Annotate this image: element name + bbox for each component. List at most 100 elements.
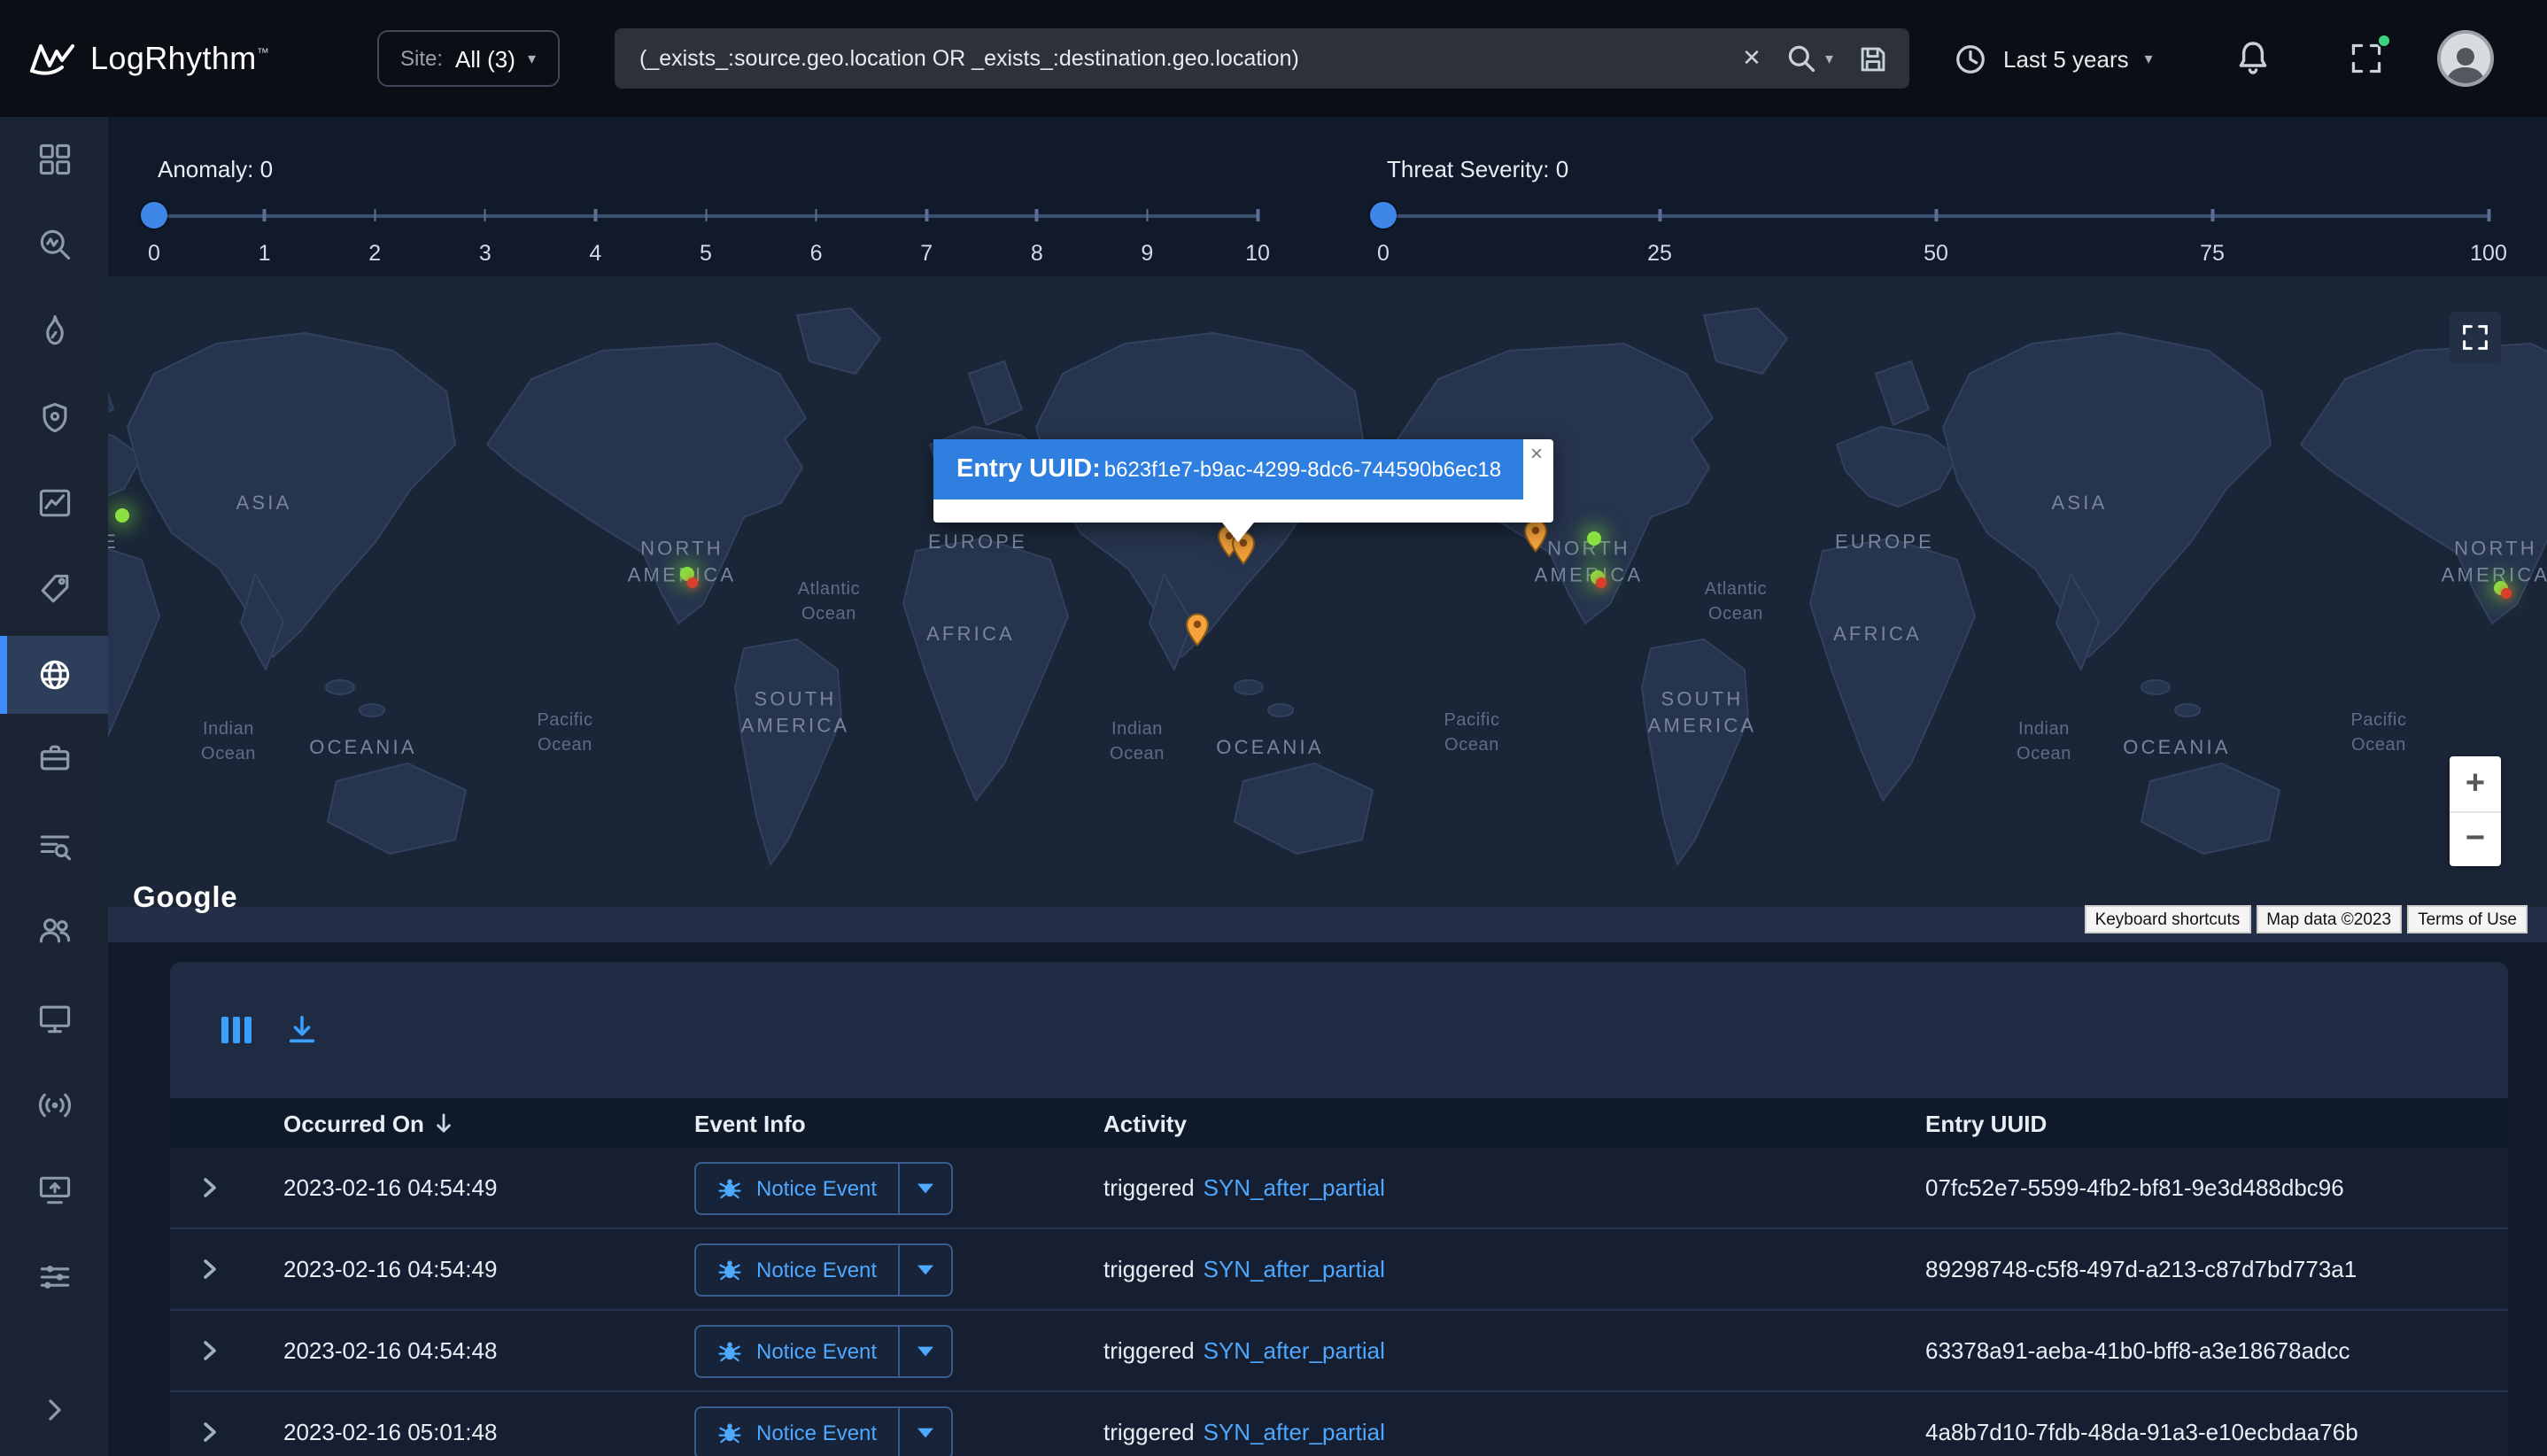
map-green-marker[interactable]: [1587, 531, 1601, 546]
row-expand-chevron[interactable]: [201, 1176, 217, 1199]
site-selector[interactable]: Site: All (3) ▾: [377, 30, 559, 87]
table-body: 2023-02-16 04:54:49 Notice Event: [170, 1148, 2508, 1456]
slider-tick: [1035, 209, 1038, 221]
occurred-on-cell: 2023-02-16 04:54:49: [248, 1256, 659, 1282]
slider-tick-label: 4: [589, 241, 601, 266]
bug-icon: [717, 1257, 742, 1282]
zoom-in-button[interactable]: +: [2450, 756, 2501, 811]
anomaly-slider[interactable]: [154, 202, 1258, 228]
slider-handle[interactable]: [141, 202, 167, 228]
sidebar-item-searches[interactable]: [0, 808, 108, 886]
slider-tick-label: 2: [368, 241, 381, 266]
table-row[interactable]: 2023-02-16 04:54:48 Notice Event: [170, 1311, 2508, 1392]
briefcase-icon: [35, 739, 74, 778]
time-range-label: Last 5 years: [2003, 45, 2129, 72]
notice-event-button[interactable]: Notice Event: [694, 1324, 953, 1377]
map-pin-marker[interactable]: [1186, 613, 1209, 655]
sidebar-item-settings[interactable]: [0, 1238, 108, 1316]
sidebar-expand-button[interactable]: [0, 1371, 108, 1449]
sidebar-item-alarms[interactable]: [0, 551, 108, 629]
row-expand-chevron[interactable]: [201, 1258, 217, 1281]
column-header-occurred-on[interactable]: Occurred On: [248, 1110, 659, 1136]
search-input[interactable]: [636, 44, 1717, 73]
terms-of-use-link[interactable]: Terms of Use: [2407, 905, 2528, 933]
sidebar-item-hosts[interactable]: [0, 980, 108, 1057]
columns-icon[interactable]: [220, 1015, 253, 1045]
map-attribution: Keyboard shortcuts Map data ©2023 Terms …: [2085, 905, 2528, 933]
row-expand-chevron[interactable]: [201, 1339, 217, 1362]
download-icon[interactable]: [285, 1013, 319, 1047]
table-row[interactable]: 2023-02-16 05:01:48 Notice Event: [170, 1392, 2508, 1456]
slider-tick: [1257, 209, 1259, 221]
sidebar-item-threat-activity[interactable]: [0, 292, 108, 370]
occurred-on-cell: 2023-02-16 05:01:48: [248, 1419, 659, 1445]
sidebar-item-geo-map[interactable]: [0, 636, 108, 714]
slider-tick: [2488, 209, 2490, 221]
keyboard-shortcuts-link[interactable]: Keyboard shortcuts: [2085, 905, 2251, 933]
notice-event-dropdown[interactable]: [898, 1163, 951, 1212]
sort-descending-icon: [435, 1111, 454, 1135]
row-expand-chevron[interactable]: [201, 1421, 217, 1444]
slider-tick: [815, 209, 817, 221]
search-submit[interactable]: ▾: [1786, 43, 1833, 74]
slider-tick-label: 25: [1647, 241, 1672, 266]
popup-tail: [1222, 523, 1254, 542]
sliders-icon: [35, 1258, 74, 1297]
map-red-marker[interactable]: [2501, 588, 2512, 599]
sidebar-item-cases[interactable]: [0, 719, 108, 797]
column-header-entry-uuid[interactable]: Entry UUID: [1890, 1110, 2508, 1136]
notice-event-dropdown[interactable]: [898, 1407, 951, 1456]
dashboard-icon: [35, 140, 74, 179]
sidebar-item-network-monitor[interactable]: [0, 1066, 108, 1144]
slider-handle[interactable]: [1370, 202, 1397, 228]
chevron-right-icon: [36, 1392, 72, 1428]
sidebar-item-people[interactable]: [0, 891, 108, 969]
activity-link[interactable]: SYN_after_partial: [1204, 1256, 1385, 1282]
logrhythm-logo-icon: [28, 37, 76, 80]
notice-event-button[interactable]: Notice Event: [694, 1406, 953, 1456]
sidebar-item-trends[interactable]: [0, 464, 108, 542]
map-fullscreen-button[interactable]: [2450, 312, 2501, 363]
sidebar-item-deployment-monitor[interactable]: [0, 1151, 108, 1229]
notice-event-dropdown[interactable]: [898, 1326, 951, 1375]
slider-tick: [374, 209, 376, 221]
slider-tick-label: 7: [920, 241, 933, 266]
map-red-marker[interactable]: [687, 577, 698, 588]
table-row[interactable]: 2023-02-16 04:54:49 Notice Event: [170, 1148, 2508, 1229]
sidebar-item-security[interactable]: [0, 379, 108, 457]
activity-verb: triggered: [1103, 1256, 1195, 1282]
popup-close-icon[interactable]: ×: [1525, 443, 1548, 466]
activity-link[interactable]: SYN_after_partial: [1204, 1337, 1385, 1364]
notifications-button[interactable]: [2235, 39, 2271, 76]
activity-link[interactable]: SYN_after_partial: [1204, 1419, 1385, 1445]
sidebar-item-analyze[interactable]: [0, 205, 108, 283]
notice-event-button[interactable]: Notice Event: [694, 1243, 953, 1296]
chevron-down-icon: ▾: [528, 50, 536, 66]
slider-tick-label: 0: [148, 241, 160, 266]
threat-severity-slider[interactable]: [1383, 202, 2489, 228]
sidebar-item-dashboards[interactable]: [0, 120, 108, 198]
zoom-out-button[interactable]: −: [2450, 811, 2501, 866]
column-header-activity[interactable]: Activity: [1068, 1110, 1890, 1136]
notice-event-dropdown[interactable]: [898, 1244, 951, 1294]
save-search-icon[interactable]: [1858, 43, 1888, 74]
entry-uuid-cell: 07fc52e7-5599-4fb2-bf81-9e3d488dbc96: [1890, 1174, 2508, 1201]
map-green-marker[interactable]: [115, 508, 129, 523]
slider-tick-label: 75: [2200, 241, 2225, 266]
notice-event-button[interactable]: Notice Event: [694, 1161, 953, 1214]
map-data-label: Map data ©2023: [2256, 905, 2402, 933]
column-header-event-info[interactable]: Event Info: [659, 1110, 1068, 1136]
activity-verb: triggered: [1103, 1174, 1195, 1201]
map-red-marker[interactable]: [1596, 577, 1606, 588]
clear-search-icon[interactable]: ✕: [1742, 44, 1761, 73]
map-world-tile: NORTH AMERICASOUTH AMERICAEUROPEAFRICAAS…: [108, 276, 363, 942]
geo-map[interactable]: NORTH AMERICASOUTH AMERICAEUROPEAFRICAAS…: [108, 276, 2547, 942]
map-pin-marker[interactable]: [1524, 519, 1547, 561]
time-range-picker[interactable]: Last 5 years ▾: [1954, 28, 2153, 89]
table-row[interactable]: 2023-02-16 04:54:49 Notice Event: [170, 1229, 2508, 1311]
activity-link[interactable]: SYN_after_partial: [1204, 1174, 1385, 1201]
slider-tick-label: 0: [1377, 241, 1390, 266]
user-avatar[interactable]: [2437, 30, 2494, 87]
fullscreen-button[interactable]: [2349, 41, 2384, 76]
notice-event-label: Notice Event: [756, 1257, 877, 1282]
